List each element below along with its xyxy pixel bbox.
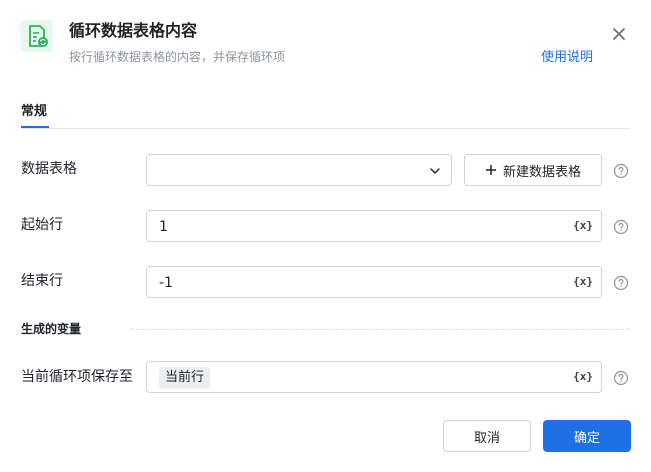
data-table-select[interactable] bbox=[146, 154, 452, 186]
dialog-title: 循环数据表格内容 bbox=[69, 21, 198, 40]
spreadsheet-loop-icon bbox=[21, 20, 53, 52]
chevron-down-icon bbox=[430, 168, 440, 174]
close-icon bbox=[613, 28, 625, 40]
close-button[interactable] bbox=[608, 23, 630, 45]
help-link[interactable]: 使用说明 bbox=[541, 49, 593, 67]
save-to-label: 当前循环项保存至 bbox=[21, 369, 133, 385]
tab-divider bbox=[21, 128, 630, 129]
help-circle-icon[interactable] bbox=[613, 163, 629, 179]
variable-insert-icon[interactable]: {x} bbox=[573, 275, 593, 289]
dialog-subtitle: 按行循环数据表格的内容，并保存循环项 bbox=[69, 50, 286, 64]
save-to-input[interactable]: 当前行 {x} bbox=[146, 361, 602, 393]
new-data-table-button[interactable]: 新建数据表格 bbox=[464, 154, 602, 186]
variable-insert-icon[interactable]: {x} bbox=[573, 219, 593, 233]
confirm-button[interactable]: 确定 bbox=[543, 420, 631, 452]
help-circle-icon[interactable] bbox=[613, 219, 629, 235]
start-row-input[interactable]: 1 {x} bbox=[146, 210, 602, 242]
start-row-value: 1 bbox=[159, 219, 168, 235]
help-circle-icon[interactable] bbox=[613, 275, 629, 291]
help-circle-icon[interactable] bbox=[613, 370, 629, 386]
section-divider bbox=[131, 329, 629, 330]
plus-icon bbox=[485, 165, 496, 175]
start-row-label: 起始行 bbox=[21, 217, 63, 233]
end-row-value: -1 bbox=[159, 275, 173, 291]
tab-general[interactable]: 常规 bbox=[21, 103, 47, 121]
end-row-label: 结束行 bbox=[21, 273, 63, 289]
data-table-label: 数据表格 bbox=[21, 161, 77, 177]
loop-datatable-dialog: 循环数据表格内容 按行循环数据表格的内容，并保存循环项 使用说明 常规 数据表格… bbox=[0, 0, 651, 472]
end-row-input[interactable]: -1 {x} bbox=[146, 266, 602, 298]
cancel-button[interactable]: 取消 bbox=[443, 420, 531, 452]
variable-insert-icon[interactable]: {x} bbox=[573, 370, 593, 384]
new-data-table-label: 新建数据表格 bbox=[502, 164, 581, 180]
variable-chip[interactable]: 当前行 bbox=[159, 367, 211, 389]
output-section-title: 生成的变量 bbox=[21, 322, 82, 336]
